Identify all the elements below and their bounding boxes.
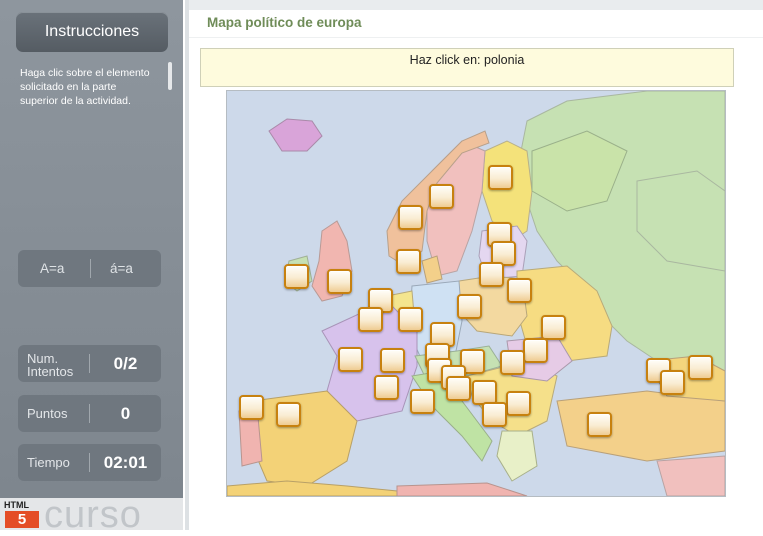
accent-toggle[interactable]: á=a [110,250,133,287]
country-marker-icon[interactable] [396,249,421,274]
country-marker-icon[interactable] [398,307,423,332]
title-divider [189,37,763,38]
country-marker-icon[interactable] [523,338,548,363]
panel-border [185,0,189,530]
country-marker-icon[interactable] [398,205,423,230]
country-marker-icon[interactable] [410,389,435,414]
logo-five-text: 5 [17,511,27,528]
country-marker-icon[interactable] [338,347,363,372]
country-marker-icon[interactable] [479,262,504,287]
logo-html-text: HTML [4,500,29,510]
time-panel: Tiempo 02:01 [18,444,161,481]
country-marker-icon[interactable] [457,294,482,319]
html5-curso-logo: HTML 5 curso [0,495,183,535]
attempts-value: 0/2 [113,354,138,373]
points-panel: Puntos 0 [18,395,161,432]
country-marker-icon[interactable] [380,348,405,373]
country-marker-icon[interactable] [358,307,383,332]
country-marker-icon[interactable] [587,412,612,437]
country-marker-icon[interactable] [284,264,309,289]
country-marker-icon[interactable] [507,278,532,303]
country-marker-icon[interactable] [429,184,454,209]
case-sensitivity-options: A=a á=a [18,250,161,287]
case-upper-toggle[interactable]: A=a [40,250,64,287]
attempts-label: Num. Intentos [27,351,74,379]
time-label: Tiempo [27,455,70,470]
sidebar: Instrucciones Haga clic sobre el element… [0,0,183,535]
country-marker-icon[interactable] [276,402,301,427]
country-marker-icon[interactable] [327,269,352,294]
instructions-text: Haga clic sobre el elemento solicitado e… [20,67,150,107]
country-marker-icon[interactable] [482,402,507,427]
country-marker-icon[interactable] [488,165,513,190]
time-value: 02:01 [103,453,148,472]
question-prompt: Haz click en: polonia [200,48,734,87]
attempts-panel: Num. Intentos 0/2 [18,345,161,382]
activity-title: Mapa político de europa [207,15,362,30]
country-marker-icon[interactable] [446,376,471,401]
instructions-button[interactable]: Instrucciones [16,12,168,52]
country-marker-icon[interactable] [239,395,264,420]
country-marker-icon[interactable] [374,375,399,400]
country-marker-icon[interactable] [660,370,685,395]
logo-word-text: curso [44,494,142,536]
points-label: Puntos [27,406,68,421]
instructions-scrollbar[interactable] [168,62,172,90]
points-value: 0 [120,404,131,423]
country-marker-icon[interactable] [500,350,525,375]
case-separator [90,259,91,278]
country-marker-icon[interactable] [506,391,531,416]
top-strip [189,0,763,10]
country-marker-icon[interactable] [541,315,566,340]
country-marker-icon[interactable] [688,355,713,380]
